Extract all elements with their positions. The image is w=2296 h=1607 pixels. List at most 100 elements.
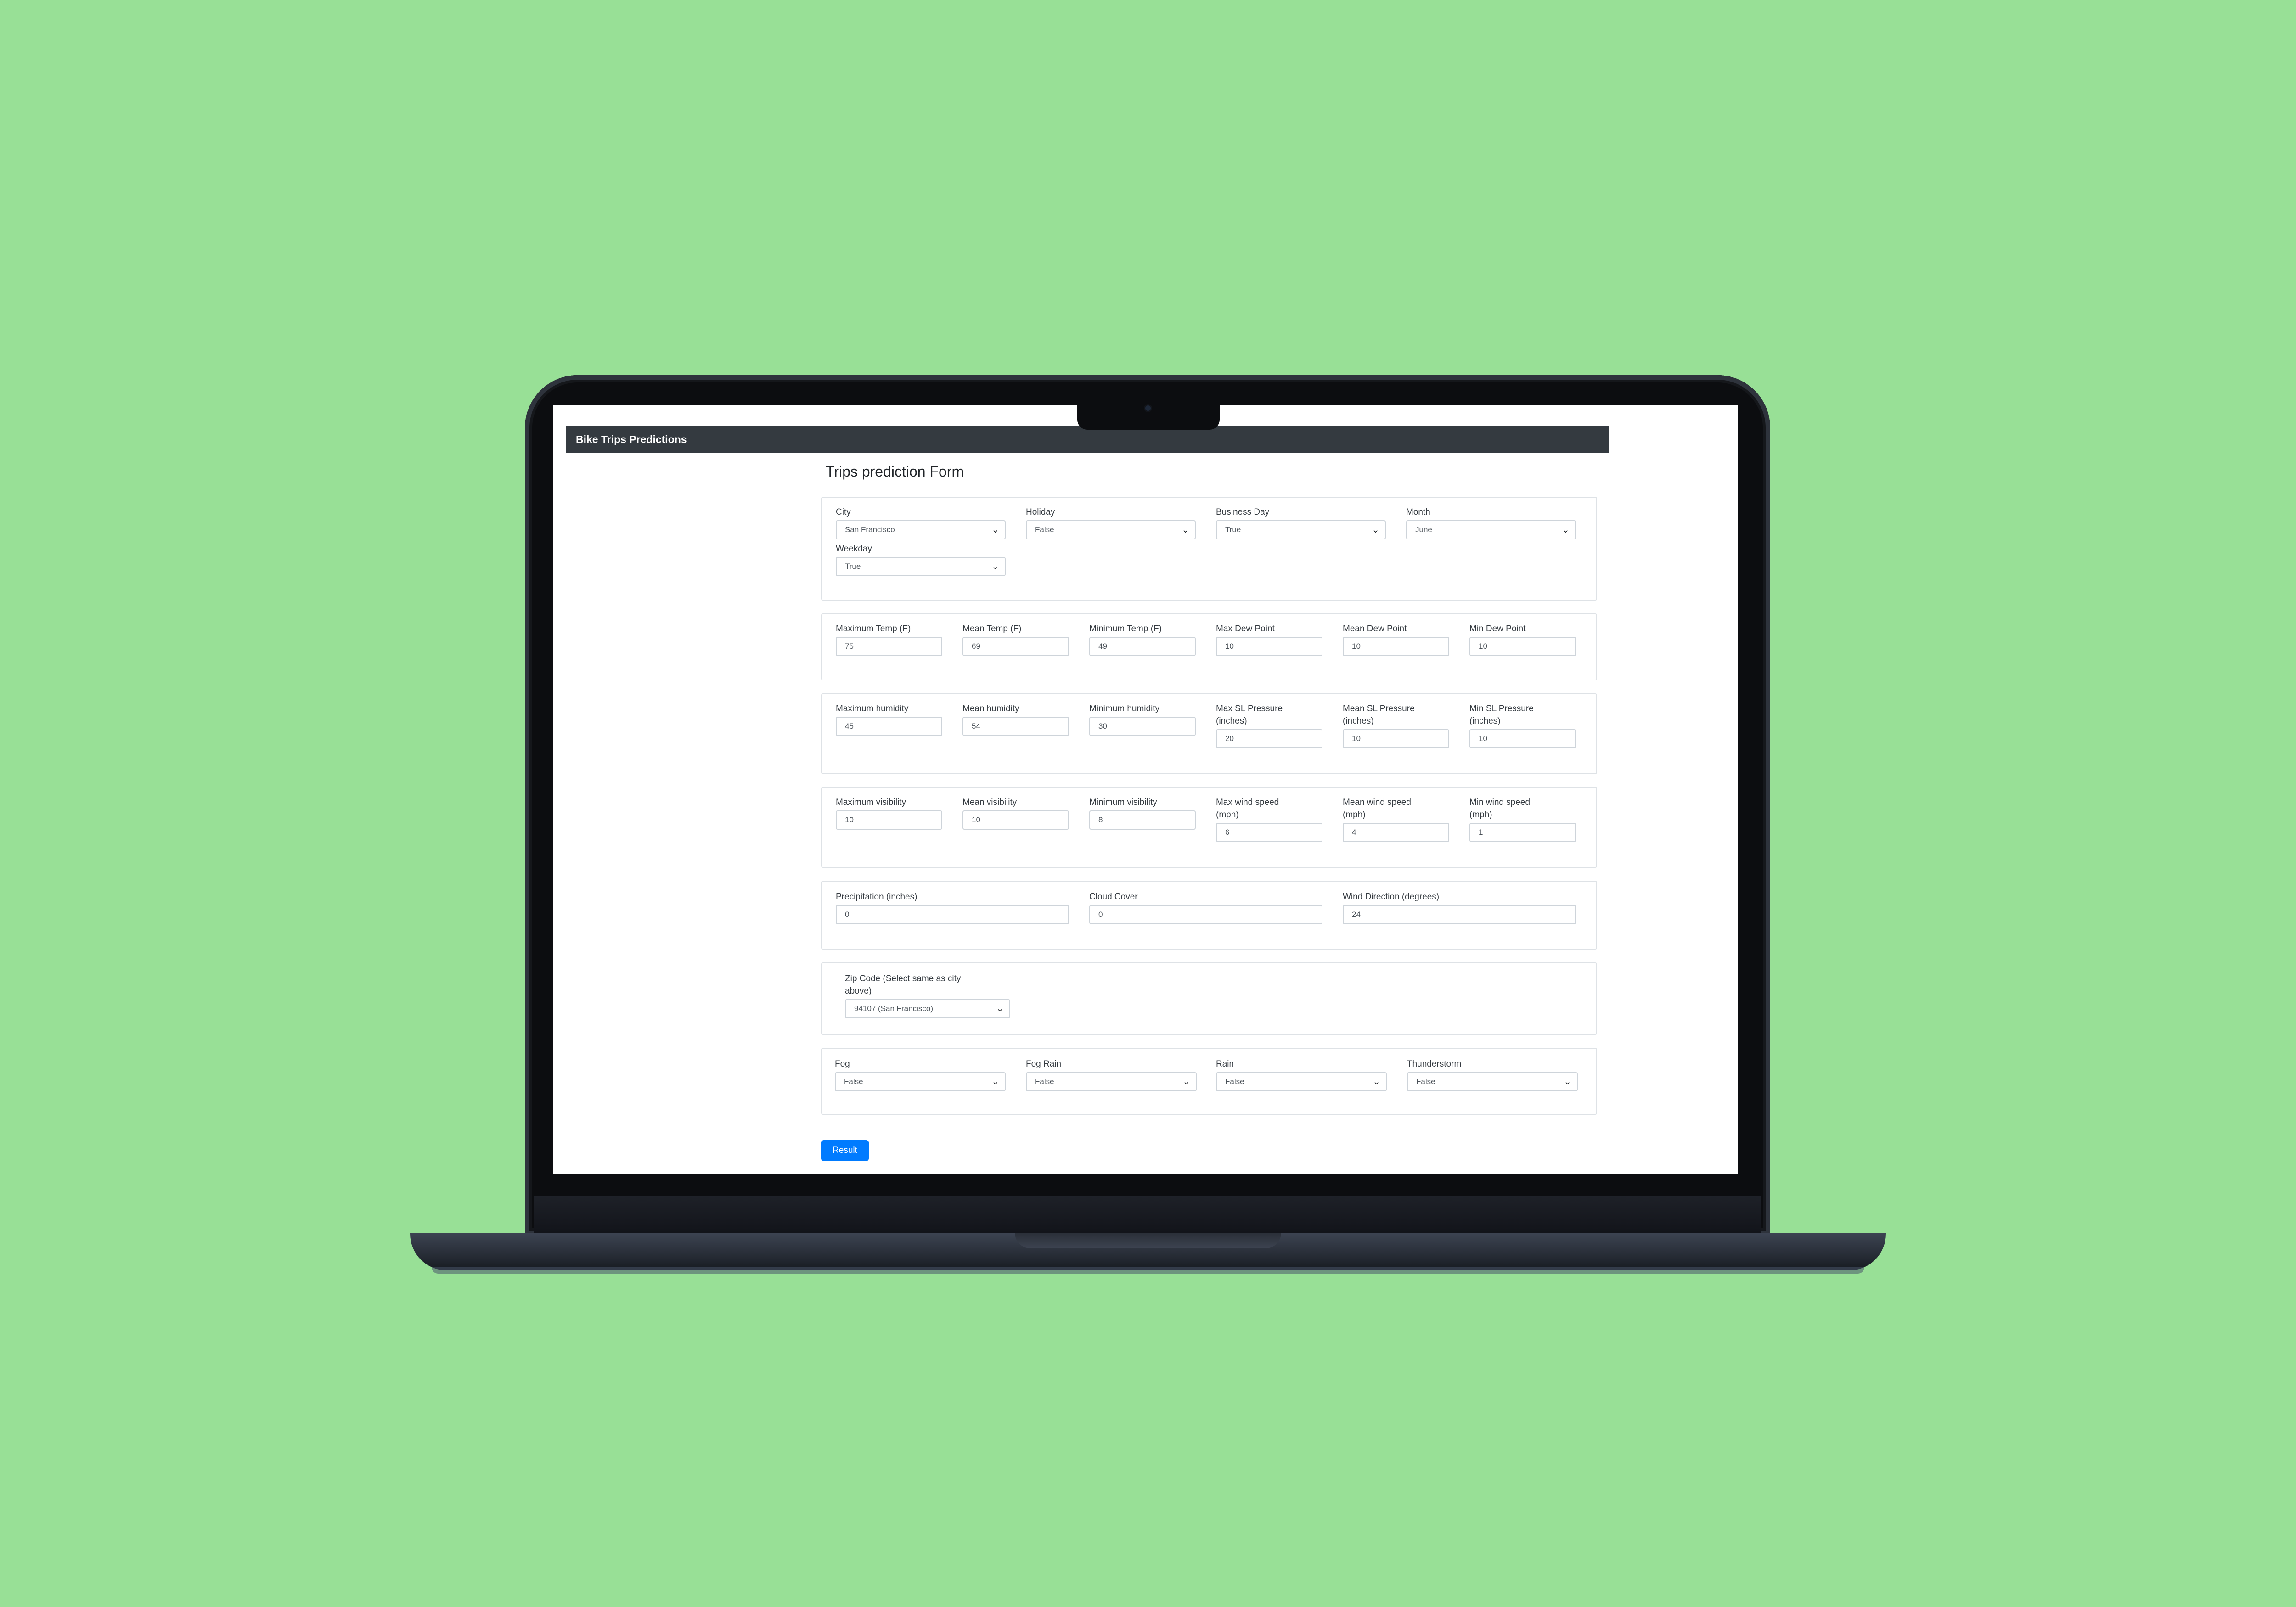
fieldset-precipitation: Precipitation (inches) 0 Cloud Cover 0 W… [821, 881, 1597, 950]
max-visibility-input[interactable]: 10 [836, 810, 942, 830]
thunderstorm-select[interactable]: False ⌄ [1407, 1072, 1578, 1091]
chevron-down-icon: ⌄ [991, 562, 999, 572]
holiday-field: Holiday False ⌄ [1026, 506, 1196, 539]
holiday-select[interactable]: False ⌄ [1026, 520, 1196, 539]
rain-value: False [1225, 1077, 1244, 1086]
month-label: Month [1406, 507, 1430, 517]
mean-temp-input[interactable]: 69 [962, 637, 1069, 656]
cloud-cover-label: Cloud Cover [1089, 892, 1138, 902]
min-humidity-label: Minimum humidity [1089, 704, 1160, 714]
chevron-down-icon: ⌄ [1372, 525, 1379, 535]
city-field: City San Francisco ⌄ [836, 506, 1006, 539]
min-temp-field: Minimum Temp (F) 49 [1089, 623, 1196, 656]
mean-wind-field: Mean wind speed (mph) 4 [1343, 796, 1449, 842]
max-pressure-label: Max SL Pressure (inches) [1216, 702, 1322, 727]
wind-direction-input[interactable]: 24 [1343, 905, 1576, 924]
fieldset-weather-events: Fog False ⌄ Fog Rain False ⌄ Rain False ⌄ T… [821, 1048, 1597, 1115]
max-humidity-field: Maximum humidity 45 [836, 702, 942, 736]
laptop-screen: Bike Trips Predictions Trips prediction … [553, 405, 1738, 1174]
min-wind-label-line2: (mph) [1469, 810, 1492, 820]
chevron-down-icon: ⌄ [1182, 525, 1189, 535]
mean-visibility-input[interactable]: 10 [962, 810, 1069, 830]
precipitation-field: Precipitation (inches) 0 [836, 891, 1069, 924]
form-title: Trips prediction Form [826, 463, 964, 480]
max-pressure-field: Max SL Pressure (inches) 20 [1216, 702, 1322, 748]
mean-pressure-input[interactable]: 10 [1343, 729, 1449, 748]
min-visibility-label: Minimum visibility [1089, 798, 1157, 807]
month-value: June [1415, 525, 1432, 534]
thunderstorm-field: Thunderstorm False ⌄ [1407, 1058, 1578, 1091]
business-day-field: Business Day True ⌄ [1216, 506, 1386, 539]
laptop-bezel-chin [534, 1196, 1761, 1233]
zip-code-select[interactable]: 94107 (San Francisco) ⌄ [845, 999, 1010, 1018]
min-wind-field: Min wind speed (mph) 1 [1469, 796, 1576, 842]
zip-code-label: Zip Code (Select same as city above) [845, 972, 1010, 997]
cloud-cover-input[interactable]: 0 [1089, 905, 1322, 924]
max-wind-label: Max wind speed (mph) [1216, 796, 1322, 821]
mean-wind-label: Mean wind speed (mph) [1343, 796, 1449, 821]
weekday-label: Weekday [836, 544, 872, 554]
max-humidity-input[interactable]: 45 [836, 717, 942, 736]
fog-rain-select[interactable]: False ⌄ [1026, 1072, 1197, 1091]
city-value: San Francisco [845, 525, 895, 534]
prediction-form: Trips prediction Form City San Francisco… [821, 463, 1597, 1128]
min-temp-label: Minimum Temp (F) [1089, 624, 1162, 634]
chevron-down-icon: ⌄ [996, 1004, 1004, 1014]
chevron-down-icon: ⌄ [1564, 1077, 1571, 1087]
min-humidity-field: Minimum humidity 30 [1089, 702, 1196, 736]
min-dew-field: Min Dew Point 10 [1469, 623, 1576, 656]
holiday-label: Holiday [1026, 507, 1055, 517]
weekday-value: True [845, 562, 861, 571]
max-wind-field: Max wind speed (mph) 6 [1216, 796, 1322, 842]
zip-code-label-line2: above) [845, 986, 872, 996]
mean-humidity-input[interactable]: 54 [962, 717, 1069, 736]
thunderstorm-value: False [1416, 1077, 1435, 1086]
mean-wind-label-line1: Mean wind speed [1343, 798, 1411, 807]
result-button[interactable]: Result [821, 1140, 869, 1161]
max-dew-input[interactable]: 10 [1216, 637, 1322, 656]
holiday-value: False [1035, 525, 1054, 534]
min-temp-input[interactable]: 49 [1089, 637, 1196, 656]
fieldset-visibility-wind: Maximum visibility 10 Mean visibility 10… [821, 787, 1597, 868]
fog-rain-label: Fog Rain [1026, 1059, 1062, 1069]
navbar-brand[interactable]: Bike Trips Predictions [576, 433, 687, 446]
min-wind-label-line1: Min wind speed [1469, 798, 1531, 807]
precipitation-label: Precipitation (inches) [836, 892, 917, 902]
precipitation-input[interactable]: 0 [836, 905, 1069, 924]
mean-dew-input[interactable]: 10 [1343, 637, 1449, 656]
mean-visibility-label: Mean visibility [962, 798, 1017, 807]
business-day-label: Business Day [1216, 507, 1270, 517]
fog-rain-value: False [1035, 1077, 1054, 1086]
max-pressure-label-line2: (inches) [1216, 716, 1247, 726]
min-dew-input[interactable]: 10 [1469, 637, 1576, 656]
max-temp-input[interactable]: 75 [836, 637, 942, 656]
fog-select[interactable]: False ⌄ [835, 1072, 1006, 1091]
min-wind-label: Min wind speed (mph) [1469, 796, 1576, 821]
min-visibility-field: Minimum visibility 8 [1089, 796, 1196, 830]
rain-select[interactable]: False ⌄ [1216, 1072, 1387, 1091]
cloud-cover-field: Cloud Cover 0 [1089, 891, 1322, 924]
min-wind-input[interactable]: 1 [1469, 823, 1576, 842]
max-pressure-input[interactable]: 20 [1216, 729, 1322, 748]
max-visibility-field: Maximum visibility 10 [836, 796, 942, 830]
mean-wind-input[interactable]: 4 [1343, 823, 1449, 842]
mean-temp-label: Mean Temp (F) [962, 624, 1022, 634]
chevron-down-icon: ⌄ [991, 1077, 999, 1087]
min-pressure-input[interactable]: 10 [1469, 729, 1576, 748]
business-day-value: True [1225, 525, 1241, 534]
month-select[interactable]: June ⌄ [1406, 520, 1576, 539]
business-day-select[interactable]: True ⌄ [1216, 520, 1386, 539]
city-select[interactable]: San Francisco ⌄ [836, 520, 1006, 539]
weekday-select[interactable]: True ⌄ [836, 557, 1006, 576]
min-visibility-input[interactable]: 8 [1089, 810, 1196, 830]
month-field: Month June ⌄ [1406, 506, 1576, 539]
chevron-down-icon: ⌄ [1182, 1077, 1190, 1087]
max-dew-field: Max Dew Point 10 [1216, 623, 1322, 656]
max-wind-input[interactable]: 6 [1216, 823, 1322, 842]
min-dew-label: Min Dew Point [1469, 624, 1526, 634]
min-humidity-input[interactable]: 30 [1089, 717, 1196, 736]
fieldset-humidity-pressure: Maximum humidity 45 Mean humidity 54 Min… [821, 693, 1597, 774]
zip-code-value: 94107 (San Francisco) [854, 1004, 933, 1013]
fog-field: Fog False ⌄ [835, 1058, 1006, 1091]
zip-code-label-line1: Zip Code (Select same as city [845, 974, 961, 983]
